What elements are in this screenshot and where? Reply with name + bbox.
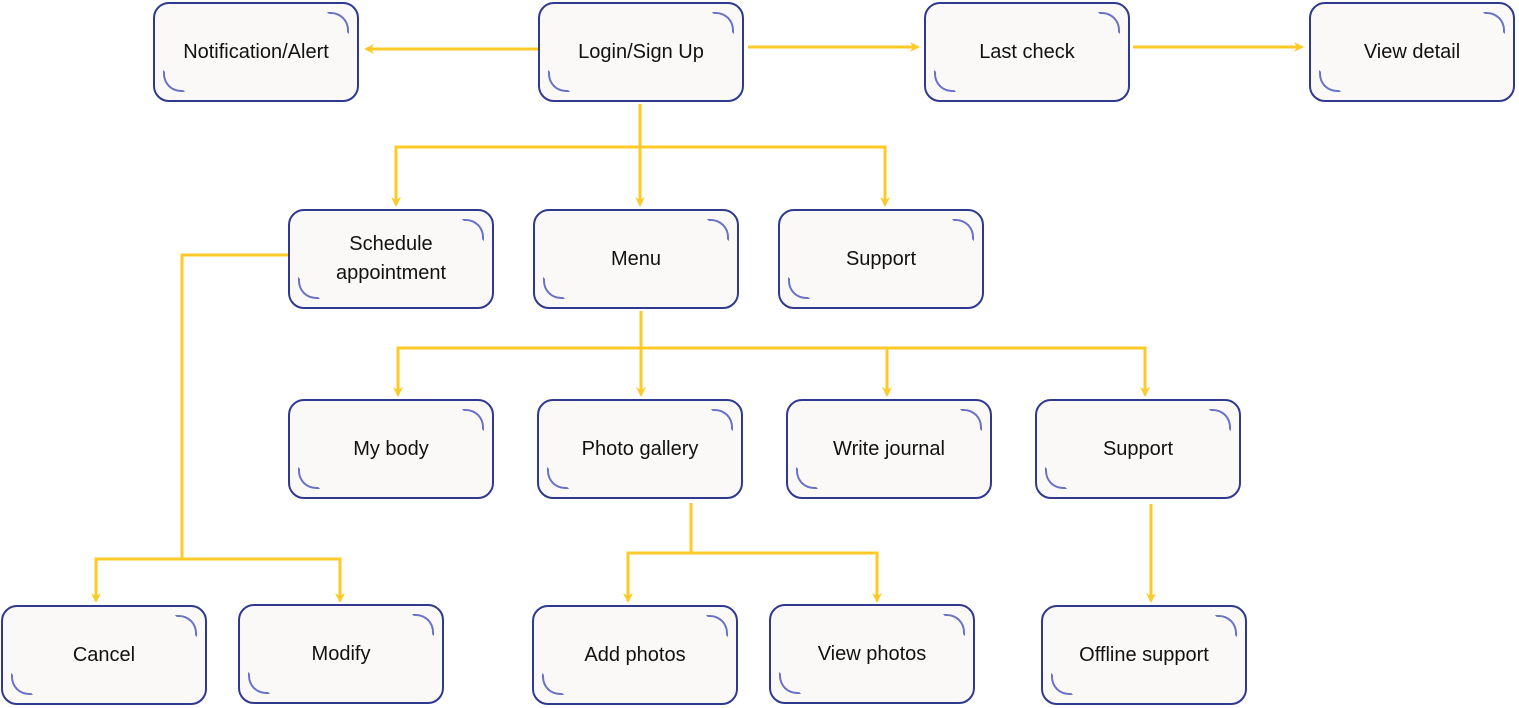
corner-accent: [547, 467, 569, 489]
node-label: Schedule appointment: [335, 233, 447, 284]
corner-accent: [1209, 409, 1231, 431]
node-label: Photo gallery: [581, 437, 699, 460]
node-modify[interactable]: Modify: [238, 604, 444, 704]
corner-accent: [1045, 467, 1067, 489]
node-cancel[interactable]: Cancel: [1, 605, 207, 705]
corner-accent: [462, 409, 484, 431]
corner-accent: [1051, 673, 1073, 695]
corner-accent: [706, 615, 728, 637]
node-label: Offline support: [1079, 643, 1209, 666]
corner-accent: [548, 70, 570, 92]
corner-accent: [163, 70, 185, 92]
corner-accent: [298, 467, 320, 489]
edge-schedule-to-modify: [182, 557, 345, 603]
edge-gallery-to-viewphotos: [691, 551, 882, 603]
node-support-menu[interactable]: Support: [1035, 399, 1241, 499]
node-label: Last check: [979, 40, 1075, 63]
corner-accent: [1319, 70, 1341, 92]
corner-accent: [960, 409, 982, 431]
node-label: Add photos: [584, 643, 686, 666]
node-label: View photos: [817, 642, 927, 665]
node-write-journal[interactable]: Write journal: [786, 399, 992, 499]
corner-accent: [943, 614, 965, 636]
node-label: View detail: [1363, 40, 1461, 63]
edge-menu-to-mybody: [393, 346, 641, 397]
node-my-body[interactable]: My body: [288, 399, 494, 499]
node-label: Notification/Alert: [183, 40, 329, 63]
node-login-signup[interactable]: Login/Sign Up: [538, 2, 744, 102]
corner-accent: [298, 277, 320, 299]
node-label: Write journal: [833, 437, 945, 460]
corner-accent: [1483, 12, 1505, 34]
edge-gallery-to-addphotos: [623, 503, 693, 603]
corner-accent: [412, 614, 434, 636]
corner-accent: [462, 219, 484, 241]
corner-accent: [175, 615, 197, 637]
node-label: Login/Sign Up: [578, 40, 704, 63]
node-label: Support: [845, 247, 917, 270]
corner-accent: [779, 672, 801, 694]
node-menu[interactable]: Menu: [533, 209, 739, 309]
corner-accent: [1098, 12, 1120, 34]
connectors: [91, 42, 1304, 603]
node-view-photos[interactable]: View photos: [769, 604, 975, 704]
node-label: Cancel: [72, 643, 136, 666]
corner-accent: [712, 12, 734, 34]
node-offline-support[interactable]: Offline support: [1041, 605, 1247, 705]
corner-accent: [711, 409, 733, 431]
node-label: Support: [1102, 437, 1174, 460]
node-label: Menu: [610, 247, 662, 270]
corner-accent: [543, 277, 565, 299]
corner-accent: [542, 673, 564, 695]
corner-accent: [788, 277, 810, 299]
edge-menu-to-writejournal: [641, 346, 892, 397]
node-schedule-appointment[interactable]: Schedule appointment: [288, 209, 494, 309]
node-label: Modify: [311, 642, 371, 665]
edge-login-to-support: [640, 145, 890, 207]
node-support-top[interactable]: Support: [778, 209, 984, 309]
edge-login-to-schedule: [391, 145, 640, 207]
node-label: My body: [353, 437, 429, 460]
corner-accent: [796, 467, 818, 489]
corner-accent: [11, 673, 33, 695]
corner-accent: [952, 219, 974, 241]
corner-accent: [248, 672, 270, 694]
corner-accent: [934, 70, 956, 92]
edge-schedule-to-cancel: [91, 253, 300, 603]
node-add-photos[interactable]: Add photos: [532, 605, 738, 705]
node-photo-gallery[interactable]: Photo gallery: [537, 399, 743, 499]
node-view-detail[interactable]: View detail: [1309, 2, 1515, 102]
node-last-check[interactable]: Last check: [924, 2, 1130, 102]
corner-accent: [1215, 615, 1237, 637]
corner-accent: [707, 219, 729, 241]
corner-accent: [327, 12, 349, 34]
edge-menu-to-supportmenu: [887, 346, 1150, 397]
node-notification-alert[interactable]: Notification/Alert: [153, 2, 359, 102]
